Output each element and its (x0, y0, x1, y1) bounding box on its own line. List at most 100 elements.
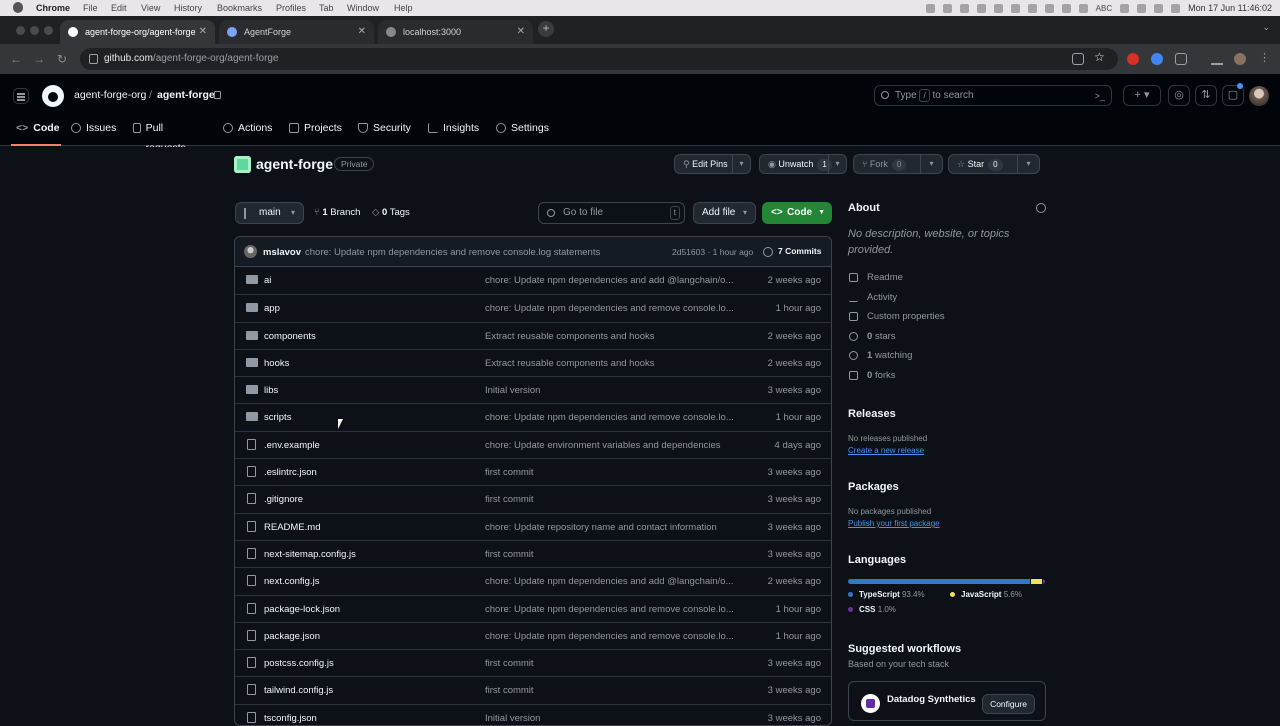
zoom-window-icon[interactable] (44, 26, 53, 35)
browser-tab[interactable]: localhost:3000 ✕ (378, 20, 533, 44)
menu-bookmarks[interactable]: Bookmarks (217, 3, 262, 13)
chevron-down-icon[interactable]: ▾ (732, 155, 750, 173)
extensions-puzzle-icon[interactable] (1175, 53, 1187, 65)
file-name[interactable]: next-sitemap.config.js (264, 549, 356, 560)
file-commit-message[interactable]: chore: Update npm dependencies and remov… (485, 412, 740, 423)
create-release-link[interactable]: Create a new release (848, 446, 924, 455)
menu-file[interactable]: File (83, 3, 98, 13)
commits-link[interactable]: 7 Commits (778, 246, 821, 256)
search-icon[interactable] (1137, 3, 1147, 13)
file-commit-message[interactable]: chore: Update npm dependencies and add @… (485, 275, 740, 286)
status-icon[interactable] (976, 3, 986, 13)
status-icon[interactable] (1027, 3, 1037, 13)
file-commit-message[interactable]: first commit (485, 685, 740, 696)
file-row[interactable]: package.json chore: Update npm dependenci… (235, 621, 831, 649)
file-name[interactable]: postcss.config.js (264, 658, 334, 669)
create-new-button[interactable]: + ▾ (1123, 85, 1161, 106)
new-tab-button[interactable]: + (538, 21, 554, 37)
file-name[interactable]: ai (264, 275, 271, 286)
command-palette-icon[interactable]: >_ (1095, 87, 1105, 106)
file-row[interactable]: scripts chore: Update npm dependencies an… (235, 403, 831, 430)
file-name[interactable]: README.md (264, 522, 320, 533)
configure-button[interactable]: Configure (982, 694, 1035, 714)
star-button[interactable]: ☆ Star 0 ▾ (948, 154, 1040, 174)
chevron-down-icon[interactable]: ▾ (828, 155, 846, 173)
keyboard-icon[interactable] (1078, 3, 1088, 13)
breadcrumb-owner[interactable]: agent-forge-org (74, 89, 146, 101)
pull-requests-icon[interactable]: ⇅ (1195, 85, 1217, 106)
file-row[interactable]: .eslintrc.json first commit 3 weeks ago (235, 458, 831, 485)
file-commit-message[interactable]: first commit (485, 549, 740, 560)
close-tab-icon[interactable]: ✕ (358, 26, 366, 37)
commit-message[interactable]: chore: Update npm dependencies and remov… (305, 247, 600, 258)
file-name[interactable]: app (264, 303, 280, 314)
file-commit-message[interactable]: Extract reusable components and hooks (485, 331, 740, 342)
fork-button[interactable]: ⑂ Fork 0 ▾ (853, 154, 943, 174)
code-button[interactable]: <> Code ▼ (762, 202, 832, 224)
browser-tab-active[interactable]: agent-forge-org/agent-forge ✕ (60, 20, 215, 44)
chevron-down-icon[interactable]: ▾ (1017, 155, 1039, 173)
file-row[interactable]: hooks Extract reusable components and hoo… (235, 348, 831, 376)
file-commit-message[interactable]: first commit (485, 494, 740, 505)
menu-help[interactable]: Help (394, 3, 413, 13)
chevron-down-icon[interactable]: ▾ (920, 155, 942, 173)
bluetooth-icon[interactable] (1044, 3, 1054, 13)
branch-selector[interactable]: main ▾ (235, 202, 304, 224)
menu-edit[interactable]: Edit (111, 3, 127, 13)
file-row[interactable]: tsconfig.json Initial version 3 weeks ago (235, 703, 831, 725)
control-center-icon[interactable] (1154, 3, 1164, 13)
edit-pins-button[interactable]: ⚲ Edit Pins ▾ (674, 154, 751, 174)
file-name[interactable]: next.config.js (264, 576, 319, 587)
status-icon[interactable] (993, 3, 1003, 13)
file-commit-message[interactable]: Initial version (485, 385, 740, 396)
close-tab-icon[interactable]: ✕ (199, 26, 207, 37)
chrome-menu-icon[interactable]: ⋮ (1259, 51, 1271, 64)
tab-code[interactable]: <> Code (11, 118, 61, 146)
file-row[interactable]: app chore: Update npm dependencies and re… (235, 294, 831, 321)
repo-title[interactable]: agent-forge (256, 156, 333, 172)
file-commit-message[interactable]: chore: Update npm dependencies and remov… (485, 631, 740, 642)
file-row[interactable]: ai chore: Update npm dependencies and add… (235, 267, 831, 294)
file-row[interactable]: .env.example chore: Update environment va… (235, 430, 831, 458)
file-row[interactable]: .gitignore first commit 3 weeks ago (235, 485, 831, 512)
file-name[interactable]: package-lock.json (264, 604, 340, 615)
wifi-icon[interactable] (1120, 3, 1130, 13)
language-css[interactable]: CSS 1.0% (848, 605, 896, 614)
close-window-icon[interactable] (16, 26, 25, 35)
extension-icon[interactable] (1127, 53, 1139, 65)
forks-link[interactable]: 0 forks (848, 366, 1046, 386)
file-row[interactable]: README.md chore: Update repository name a… (235, 512, 831, 540)
file-name[interactable]: libs (264, 385, 278, 396)
publish-package-link[interactable]: Publish your first package (848, 519, 940, 528)
bookmark-star-icon[interactable]: ☆ (1094, 50, 1106, 64)
file-name[interactable]: .env.example (264, 440, 320, 451)
back-icon[interactable]: ← (10, 52, 22, 66)
releases-title[interactable]: Releases (848, 408, 896, 420)
menu-tab[interactable]: Tab (319, 3, 334, 13)
menu-app-name[interactable]: Chrome (36, 3, 70, 13)
file-row[interactable]: next-sitemap.config.js first commit 3 week… (235, 539, 831, 567)
forward-icon[interactable]: → (33, 52, 45, 66)
site-info-icon[interactable] (89, 54, 98, 64)
file-commit-message[interactable]: chore: Update environment variables and … (485, 440, 740, 451)
language-javascript[interactable]: JavaScript 5.6% (950, 590, 1022, 599)
commit-author[interactable]: mslavov (263, 247, 301, 258)
close-tab-icon[interactable]: ✕ (517, 26, 525, 37)
file-name[interactable]: tailwind.config.js (264, 685, 333, 696)
unwatch-button[interactable]: ◉ Unwatch 1 ▾ (759, 154, 847, 174)
input-source[interactable]: ABC (1096, 4, 1112, 13)
breadcrumb-repo[interactable]: agent-forge (157, 89, 215, 101)
profile-avatar[interactable] (1234, 53, 1246, 65)
download-icon[interactable] (1211, 53, 1223, 65)
file-commit-message[interactable]: first commit (485, 467, 740, 478)
status-icon[interactable] (942, 3, 952, 13)
file-name[interactable]: tsconfig.json (264, 713, 317, 724)
reload-icon[interactable]: ↻ (57, 52, 67, 66)
extension-icon[interactable] (1151, 53, 1163, 65)
menu-view[interactable]: View (141, 3, 160, 13)
language-typescript[interactable]: TypeScript 93.4% (848, 590, 925, 599)
status-icon[interactable] (959, 3, 969, 13)
branches-link[interactable]: ⑂ 1 Branch (314, 207, 360, 218)
activity-link[interactable]: Activity (848, 288, 1046, 308)
tab-settings[interactable]: Settings (496, 118, 549, 146)
